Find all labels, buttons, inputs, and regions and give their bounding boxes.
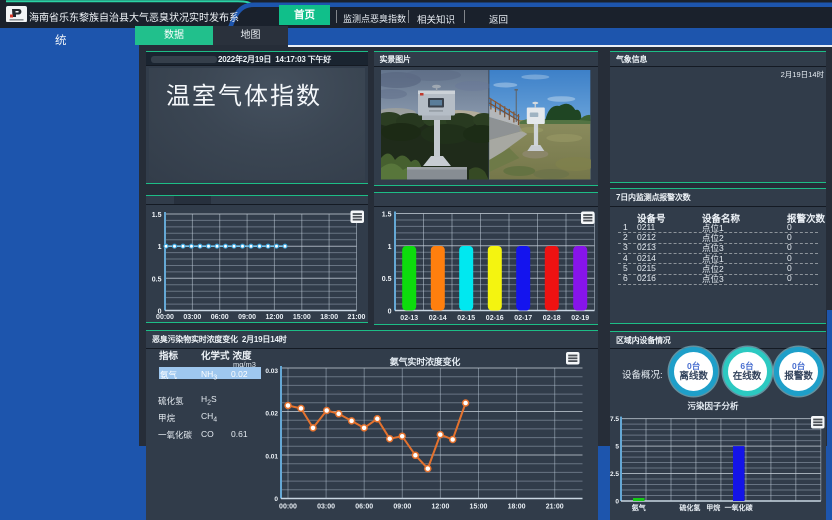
svg-text:02-18: 02-18 — [542, 315, 560, 322]
svg-text:00:00: 00:00 — [156, 314, 174, 321]
svg-text:12:00: 12:00 — [265, 314, 283, 321]
svg-text:12:00: 12:00 — [431, 504, 449, 511]
svg-text:0.5: 0.5 — [152, 276, 162, 283]
svg-text:0.5: 0.5 — [381, 276, 391, 283]
svg-text:甲烷: 甲烷 — [706, 503, 720, 512]
svg-text:7.5: 7.5 — [610, 416, 619, 423]
svg-text:02-19: 02-19 — [571, 315, 589, 322]
svg-text:09:00: 09:00 — [238, 314, 256, 321]
svg-text:0: 0 — [615, 499, 619, 506]
svg-text:氨气: 氨气 — [632, 503, 646, 512]
svg-text:02-13: 02-13 — [400, 315, 418, 322]
svg-text:02-15: 02-15 — [457, 315, 475, 322]
svg-text:03:00: 03:00 — [183, 314, 201, 321]
svg-text:00:00: 00:00 — [279, 504, 297, 511]
svg-text:2.5: 2.5 — [610, 471, 619, 478]
svg-text:18:00: 18:00 — [320, 314, 338, 321]
svg-text:21:00: 21:00 — [546, 504, 564, 511]
svg-text:21:00: 21:00 — [348, 314, 366, 321]
svg-text:06:00: 06:00 — [211, 314, 229, 321]
svg-text:15:00: 15:00 — [470, 504, 488, 511]
svg-text:06:00: 06:00 — [355, 504, 373, 511]
svg-text:0.01: 0.01 — [265, 453, 278, 460]
svg-text:0.03: 0.03 — [265, 368, 278, 375]
svg-text:硫化氢: 硫化氢 — [679, 503, 700, 512]
svg-text:0: 0 — [387, 308, 391, 315]
svg-text:0.02: 0.02 — [265, 411, 278, 418]
svg-text:5: 5 — [615, 444, 619, 451]
svg-text:03:00: 03:00 — [317, 504, 335, 511]
svg-text:1.5: 1.5 — [152, 212, 162, 219]
svg-text:1.5: 1.5 — [381, 211, 391, 218]
svg-text:15:00: 15:00 — [293, 314, 311, 321]
svg-text:02-16: 02-16 — [485, 315, 503, 322]
svg-text:09:00: 09:00 — [393, 504, 411, 511]
svg-text:一氧化碳: 一氧化碳 — [725, 503, 754, 512]
svg-text:02-17: 02-17 — [514, 315, 532, 322]
svg-text:0: 0 — [274, 496, 278, 503]
svg-text:1: 1 — [158, 244, 162, 251]
svg-text:1: 1 — [387, 243, 391, 250]
svg-text:18:00: 18:00 — [508, 504, 526, 511]
svg-text:02-14: 02-14 — [428, 315, 446, 322]
